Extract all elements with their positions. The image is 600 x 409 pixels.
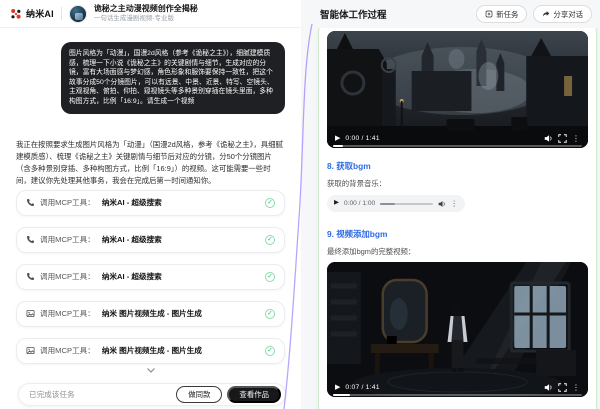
view-work-button[interactable]: 查看作品 [227,386,281,403]
tool-call-name: 纳米 图片视频生成 - 图片生成 [102,308,202,319]
share-icon [542,10,550,18]
phone-call-icon [26,235,35,244]
kebab-menu-icon[interactable]: ⋮ [572,384,580,392]
volume-icon[interactable] [438,200,446,208]
audio-progress-bar[interactable] [380,203,432,205]
tool-call-row[interactable]: 调用MCP工具： 纳米AI - 超级搜索 ✓ [16,227,285,253]
kebab-menu-icon[interactable]: ⋮ [572,135,580,143]
video-progress-bar[interactable] [333,394,582,396]
tool-call-list: 调用MCP工具： 纳米AI - 超级搜索 ✓ 调用MCP工具： 纳米AI - 超… [16,190,285,364]
audio-player-bgm[interactable]: ▶ 0:00 / 1:00 ⋮ [327,195,465,212]
video-time: 0:07 / 1:41 [345,384,379,391]
agent-avatar [69,5,87,23]
agent-title: 诡秘之主动漫视频创作全揭秘 [94,4,198,14]
tool-call-prefix: 调用MCP工具： [40,345,95,356]
video-time: 0:00 / 1:41 [345,135,379,142]
volume-icon[interactable] [544,134,553,143]
section-heading-bgm: 8. 获取bgm [327,160,588,172]
play-icon[interactable]: ▶ [335,135,340,142]
image-icon [26,309,35,318]
brand-name: 纳米AI [26,7,54,20]
chat-panel: 纳米AI 诡秘之主动漫视频创作全揭秘 一句话生成漫剧视频-专业版 图片风格为「动… [0,0,301,409]
play-icon[interactable]: ▶ [334,200,339,207]
workspace-title: 智能体工作过程 [320,7,387,21]
workspace-panel: 智能体工作过程 新任务 分享对话 [301,0,600,409]
video-progress-fill [333,145,343,147]
fullscreen-icon[interactable] [558,134,567,143]
success-check-icon: ✓ [265,235,275,245]
task-status-text: 已完成该任务 [29,389,75,400]
video-progress-bar[interactable] [333,145,582,147]
workspace-actions: 新任务 分享对话 [476,5,592,23]
phone-call-icon [26,198,35,207]
share-label: 分享对话 [553,9,583,20]
tool-call-name: 纳米AI - 超级搜索 [102,271,162,282]
tool-call-name: 纳米 图片视频生成 - 图片生成 [102,345,202,356]
brand: 纳米AI [10,7,54,20]
agent-subtitle: 一句话生成漫剧视频-专业版 [94,15,198,23]
video-controls: ▶ 0:00 / 1:41 ⋮ [335,134,580,143]
tool-call-prefix: 调用MCP工具： [40,308,95,319]
success-check-icon: ✓ [265,272,275,282]
video-player-storyboard[interactable]: ▶ 0:00 / 1:41 ⋮ [327,31,588,148]
video-player-final[interactable]: ▶ 0:07 / 1:41 ⋮ [327,262,588,397]
agent-meta: 诡秘之主动漫视频创作全揭秘 一句话生成漫剧视频-专业版 [94,4,198,23]
section-desc-bgm: 获取的背景音乐： [327,178,588,189]
share-conversation-button[interactable]: 分享对话 [533,5,592,23]
video-progress-fill [333,394,350,396]
chevron-down-icon [146,367,156,374]
new-task-label: 新任务 [496,9,518,20]
tool-call-row[interactable]: 调用MCP工具： 纳米AI - 超级搜索 ✓ [16,264,285,290]
video-thumbnail-room [327,262,588,397]
section-heading-final-video: 9. 视频添加bgm [327,228,588,240]
workspace-card: ▶ 0:00 / 1:41 ⋮ 8. 获取bgm 获取的背景音乐： ▶ 0:00… [318,28,597,409]
assistant-message: 我正在按照要求生成图片风格为「动漫」（国漫2d风格，参考《诡秘之主》，具细腻建模… [16,139,285,187]
chat-thread: 图片风格为「动漫」，国漫2d风格（参考《诡秘之主》），细腻建模质感，梳理一下小说… [0,28,301,409]
collapse-toggle[interactable] [16,367,285,374]
tool-call-prefix: 调用MCP工具： [40,271,95,282]
left-header: 纳米AI 诡秘之主动漫视频创作全揭秘 一句话生成漫剧视频-专业版 [0,0,301,28]
tool-call-name: 纳米AI - 超级搜索 [102,234,162,245]
section-desc-final-video: 最终添加bgm的完整视频： [327,246,588,257]
phone-call-icon [26,272,35,281]
volume-icon[interactable] [544,383,553,392]
new-task-button[interactable]: 新任务 [476,5,527,23]
success-check-icon: ✓ [265,309,275,319]
video-thumbnail-cityscape [327,31,588,148]
tool-call-prefix: 调用MCP工具： [40,234,95,245]
workspace-header: 智能体工作过程 新任务 分享对话 [301,0,600,28]
new-task-icon [485,10,493,18]
fullscreen-icon[interactable] [558,383,567,392]
tool-call-row[interactable]: 调用MCP工具： 纳米 图片视频生成 - 图片生成 ✓ [16,338,285,364]
user-message-bubble: 图片风格为「动漫」，国漫2d风格（参考《诡秘之主》），细腻建模质感，梳理一下小说… [61,42,285,114]
image-icon [26,346,35,355]
audio-time: 0:00 / 1:00 [344,200,375,207]
make-same-style-button[interactable]: 做同款 [176,386,222,403]
workspace-scroll-area[interactable]: ▶ 0:00 / 1:41 ⋮ 8. 获取bgm 获取的背景音乐： ▶ 0:00… [301,28,600,409]
success-check-icon: ✓ [265,198,275,208]
tool-call-row[interactable]: 调用MCP工具： 纳米AI - 超级搜索 ✓ [16,190,285,216]
nami-logo-icon [10,8,22,20]
task-status-bar: 已完成该任务 做同款 查看作品 [18,383,286,406]
header-divider [61,7,62,20]
kebab-menu-icon[interactable]: ⋮ [451,200,459,208]
success-check-icon: ✓ [265,346,275,356]
tool-call-prefix: 调用MCP工具： [40,197,95,208]
play-icon[interactable]: ▶ [335,384,340,391]
video-controls: ▶ 0:07 / 1:41 ⋮ [335,383,580,392]
tool-call-name: 纳米AI - 超级搜索 [102,197,162,208]
app-window: 纳米AI 诡秘之主动漫视频创作全揭秘 一句话生成漫剧视频-专业版 图片风格为「动… [0,0,600,409]
tool-call-row[interactable]: 调用MCP工具： 纳米 图片视频生成 - 图片生成 ✓ [16,301,285,327]
